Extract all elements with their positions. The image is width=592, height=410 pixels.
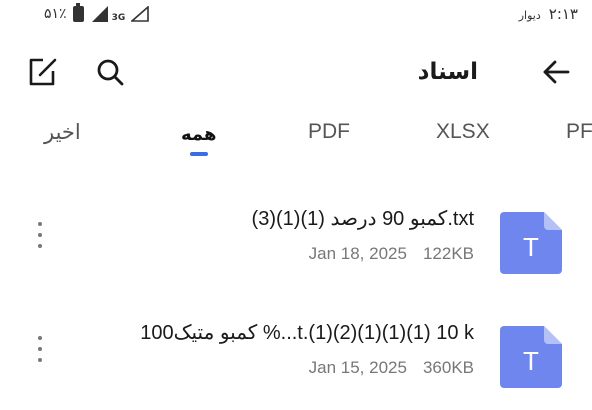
file-date: Jan 18, 2025	[308, 244, 407, 263]
text-file-icon: T	[498, 324, 564, 390]
file-name: کمبو 90 درصد (1)(1)(3).txt	[251, 208, 474, 230]
tab-recent[interactable]: اخیر	[44, 120, 81, 145]
list-item[interactable]: کمبو متیک100 %...t.(1)(2)(1)(1)(1) 10 k …	[0, 312, 592, 410]
file-icon-letter: T	[523, 346, 539, 376]
back-button[interactable]	[538, 54, 574, 90]
edit-icon	[29, 58, 57, 86]
clock: ۲:۱۳	[548, 5, 578, 23]
status-time-area: دیوار ۲:۱۳	[519, 5, 578, 23]
search-icon	[97, 59, 124, 86]
filter-tabs: اخیر همه PDF XLSX PF	[0, 112, 592, 162]
app-bar: اسناد	[0, 40, 592, 104]
arrow-back-icon	[543, 60, 570, 84]
search-button[interactable]	[92, 54, 128, 90]
tab-ppt[interactable]: PF	[566, 120, 592, 144]
file-size: 122KB	[422, 244, 474, 263]
text-file-icon: T	[498, 210, 564, 276]
file-name: کمبو متیک100 %...t.(1)(2)(1)(1)(1) 10 k	[140, 322, 474, 344]
carrier-label: دیوار	[518, 9, 541, 22]
file-date: Jan 15, 2025	[308, 358, 407, 377]
file-icon-letter: T	[523, 232, 539, 262]
more-icon	[38, 336, 42, 340]
file-meta: Jan 18, 2025 122KB	[293, 244, 474, 264]
status-bar: ۵۱٪ 3G دیوار ۲:۱۳	[0, 0, 592, 32]
page-title: اسناد	[417, 59, 478, 85]
signal-icon: 3G	[90, 5, 126, 23]
tab-pdf[interactable]: PDF	[308, 120, 350, 144]
status-icons: ۵۱٪ 3G	[44, 3, 150, 23]
more-options-button[interactable]	[30, 334, 50, 364]
signal-outline-icon	[131, 6, 150, 22]
battery-percentage: ۵۱٪	[44, 6, 67, 22]
edit-button[interactable]	[24, 54, 60, 90]
tab-xlsx[interactable]: XLSX	[436, 120, 490, 144]
network-type: 3G	[111, 13, 126, 23]
tab-all[interactable]: همه	[181, 124, 216, 145]
file-size: 360KB	[422, 358, 474, 377]
file-meta: Jan 15, 2025 360KB	[293, 358, 474, 378]
active-tab-indicator	[190, 152, 208, 156]
list-item[interactable]: کمبو 90 درصد (1)(1)(3).txt Jan 18, 2025 1…	[0, 198, 592, 298]
battery-icon	[72, 3, 84, 22]
more-icon	[38, 222, 42, 226]
more-options-button[interactable]	[30, 220, 50, 250]
